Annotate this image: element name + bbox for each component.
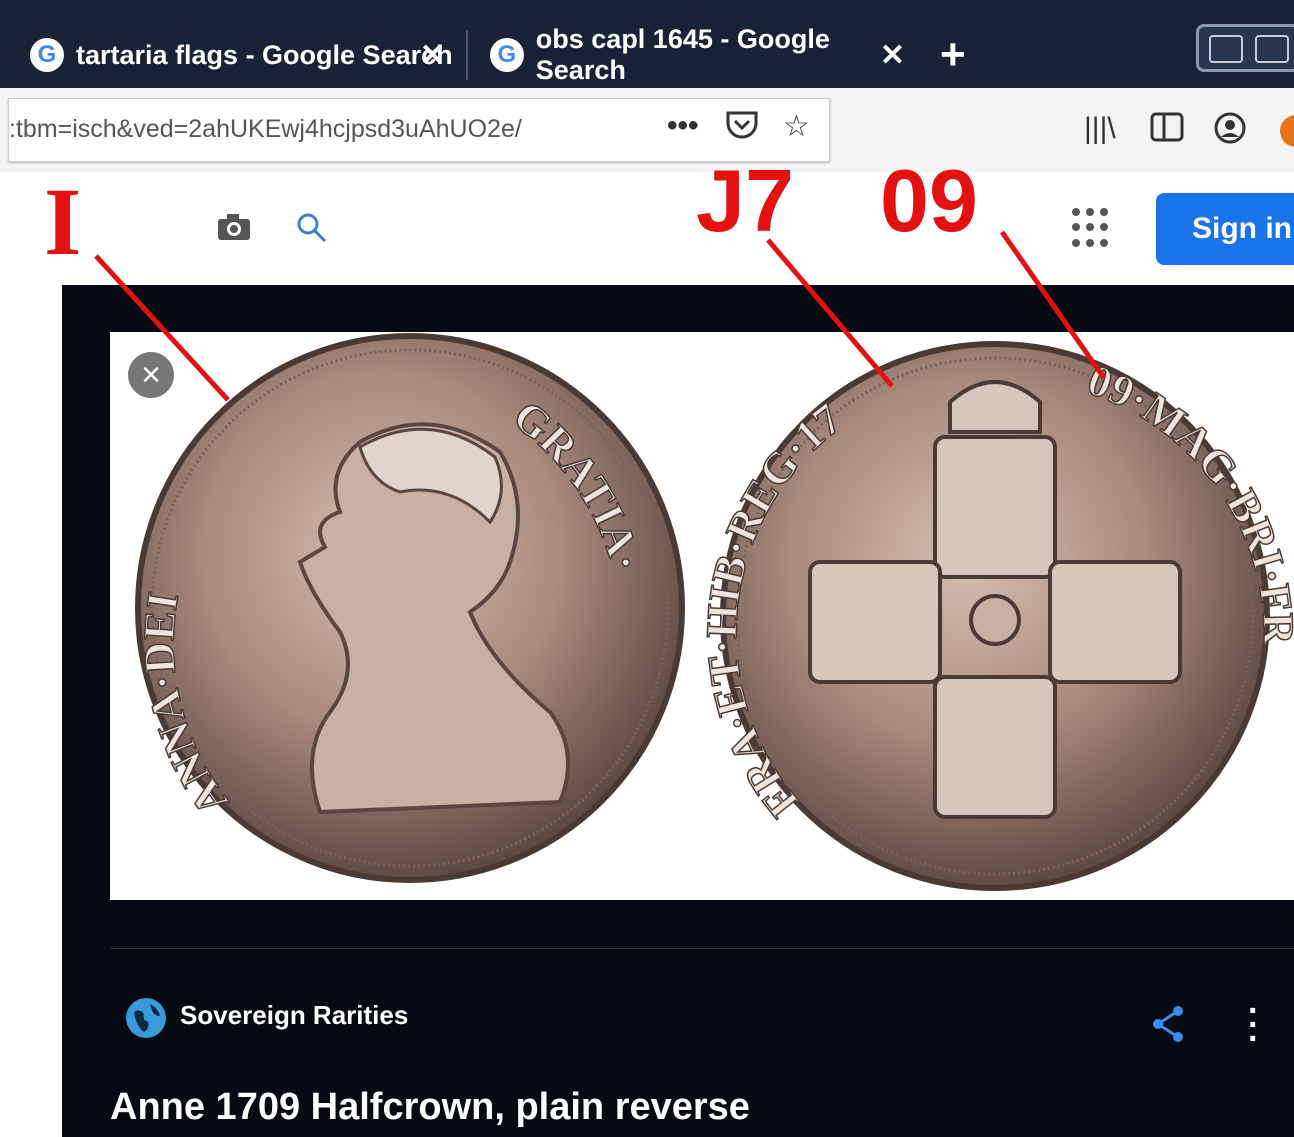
share-icon[interactable]	[1150, 1004, 1186, 1049]
globe-icon	[126, 998, 166, 1038]
source-site-name[interactable]: Sovereign Rarities	[180, 1000, 408, 1031]
annotation-line-09	[999, 230, 1107, 380]
divider	[110, 948, 1294, 949]
more-options-icon[interactable]: · · ·	[1248, 994, 1259, 1056]
result-title[interactable]: Anne 1709 Halfcrown, plain reverse	[110, 1086, 750, 1129]
annotation-line-j7	[766, 238, 894, 388]
annotation-line-i	[94, 254, 230, 402]
annotation-arrows	[94, 230, 1107, 402]
